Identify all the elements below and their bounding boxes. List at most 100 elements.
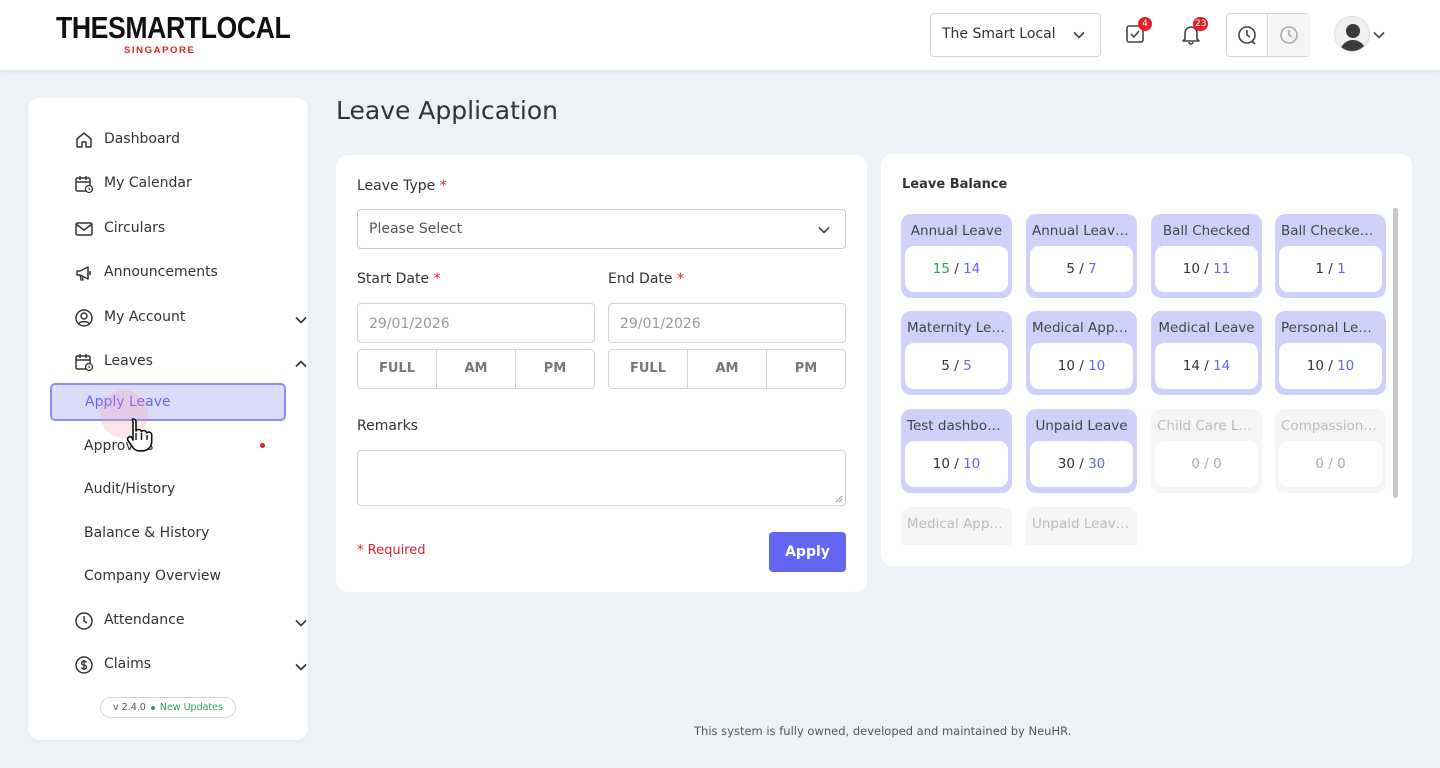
leave-tile-name: Medical Appo… xyxy=(907,516,1006,532)
leave-type-label: Leave Type * xyxy=(357,178,447,194)
leave-tile: Maternity Lea… 5 / 5 xyxy=(901,311,1012,395)
leave-tile: Annual Leave 15 / 14 xyxy=(901,214,1012,298)
chevron-down-icon xyxy=(1072,28,1086,42)
sidebar-subitem-balance-history[interactable]: Balance & History xyxy=(84,525,209,541)
start-am-button[interactable]: AM xyxy=(437,350,516,388)
leave-type-value: Please Select xyxy=(369,221,463,237)
sidebar-item-label: Leaves xyxy=(104,353,153,369)
leave-balance-grid[interactable]: Annual Leave 15 / 14 Annual Leave… 5 / 7… xyxy=(901,214,1391,545)
sidebar-item-label: Attendance xyxy=(104,612,185,628)
leave-tile: Ball Checked 10 / 11 xyxy=(1151,214,1262,298)
logo-text: THESMARTLOCAL xyxy=(56,10,291,45)
end-date-label: End Date * xyxy=(608,271,684,287)
company-select-value: The Smart Local xyxy=(942,26,1056,42)
sidebar-item-dashboard[interactable]: Dashboard xyxy=(74,128,294,152)
leave-tile-name: Medical Leave xyxy=(1158,320,1255,336)
scrollbar-thumb[interactable] xyxy=(1393,208,1398,498)
apply-button[interactable]: Apply xyxy=(769,532,846,572)
sidebar-item-my-calendar[interactable]: My Calendar xyxy=(74,172,294,196)
leave-tile-value: 1 / 1 xyxy=(1279,246,1382,292)
leave-tile-name: Test dashboa… xyxy=(907,418,1006,434)
end-date-input[interactable]: 29/01/2026 xyxy=(608,303,846,343)
status-dot xyxy=(150,705,155,710)
new-updates-link: New Updates xyxy=(159,702,223,713)
leave-tile-value: 10 / 10 xyxy=(905,441,1008,487)
balance-scrollbar[interactable] xyxy=(1393,208,1398,498)
tasks-button[interactable]: 4 xyxy=(1122,17,1152,49)
leave-tile: Medical Leave 14 / 14 xyxy=(1151,311,1262,395)
version-badge[interactable]: v 2.4.0 New Updates xyxy=(100,697,236,718)
leave-tile-name: Medical Appo… xyxy=(1032,320,1131,336)
required-note: * Required xyxy=(357,543,426,558)
leave-tile: Test dashboa… 10 / 10 xyxy=(901,409,1012,493)
end-am-button[interactable]: AM xyxy=(688,350,767,388)
clock-in-out-group xyxy=(1226,13,1310,57)
leave-tile: Personal Leave 10 / 10 xyxy=(1275,311,1386,395)
notifications-badge: 23 xyxy=(1193,17,1209,31)
sidebar-item-label: Announcements xyxy=(104,264,218,280)
remarks-textarea[interactable] xyxy=(357,450,846,506)
avatar[interactable] xyxy=(1334,16,1370,52)
start-date-input[interactable]: 29/01/2026 xyxy=(357,303,595,343)
end-full-button[interactable]: FULL xyxy=(609,350,688,388)
start-date-value: 29/01/2026 xyxy=(369,316,450,332)
leave-form-card: Leave Type * Please Select Start Date * … xyxy=(336,155,867,592)
leave-tile-name: Maternity Lea… xyxy=(907,320,1006,336)
leave-tile-disabled: Medical Appo… xyxy=(901,507,1012,545)
sidebar: Dashboard My Calendar Circulars Announce… xyxy=(28,98,308,740)
sidebar-item-label: Circulars xyxy=(104,220,166,236)
leave-tile-value: 30 / 30 xyxy=(1030,441,1133,487)
start-full-button[interactable]: FULL xyxy=(358,350,437,388)
leave-tile-value: 5 / 7 xyxy=(1030,246,1133,292)
leave-tile-name: Child Care Le… xyxy=(1157,418,1256,434)
sidebar-item-circulars[interactable]: Circulars xyxy=(74,217,294,241)
notifications-button[interactable]: 23 xyxy=(1178,17,1209,49)
sidebar-item-leaves[interactable]: Leaves xyxy=(74,350,307,374)
company-select[interactable]: The Smart Local xyxy=(930,13,1101,57)
leave-tile: Ball Checked … 1 / 1 xyxy=(1275,214,1386,298)
sidebar-subitem-audit-history[interactable]: Audit/History xyxy=(84,481,175,497)
sidebar-item-label: Claims xyxy=(104,656,152,672)
clock-in-button[interactable] xyxy=(1227,14,1268,56)
sidebar-subitem-apply-leave[interactable]: Apply Leave xyxy=(50,383,286,421)
remarks-label: Remarks xyxy=(357,418,419,434)
footer-text: This system is fully owned, developed an… xyxy=(694,724,1072,738)
leave-type-select[interactable]: Please Select xyxy=(357,209,846,249)
leave-tile-name: Ball Checked xyxy=(1162,223,1251,239)
leave-tile-value: 14 / 14 xyxy=(1155,343,1258,389)
sidebar-item-attendance[interactable]: Attendance xyxy=(74,609,307,633)
leave-balance-card: Leave Balance Annual Leave 15 / 14 Annua… xyxy=(881,154,1412,566)
sidebar-item-claims[interactable]: Claims xyxy=(74,653,307,677)
leave-tile-name: Annual Leave xyxy=(910,223,1003,239)
leave-tile-value: 10 / 11 xyxy=(1155,246,1258,292)
leave-tile-name: Compassiona… xyxy=(1281,418,1380,434)
leave-tile-value: 15 / 14 xyxy=(905,246,1008,292)
leave-tile-name: Annual Leave… xyxy=(1032,223,1131,239)
leave-balance-title: Leave Balance xyxy=(902,177,1008,192)
sidebar-item-announcements[interactable]: Announcements xyxy=(74,261,294,285)
leave-tile: Annual Leave… 5 / 7 xyxy=(1026,214,1137,298)
chevron-down-icon xyxy=(817,223,831,237)
clock-out-button[interactable] xyxy=(1269,14,1310,56)
leave-tile-name: Unpaid Leave xyxy=(1035,418,1128,434)
sidebar-item-my-account[interactable]: My Account xyxy=(74,306,307,330)
leave-tile: Unpaid Leave 30 / 30 xyxy=(1026,409,1137,493)
sidebar-item-label: Dashboard xyxy=(104,131,180,147)
page-title: Leave Application xyxy=(336,96,558,125)
sidebar-item-label: My Account xyxy=(104,309,186,325)
leave-tile-value: 10 / 10 xyxy=(1030,343,1133,389)
start-session-toggle: FULL AM PM xyxy=(357,349,595,389)
tasks-badge: 4 xyxy=(1138,17,1152,31)
leave-tile-value: 0 / 0 xyxy=(1155,441,1258,487)
sidebar-item-label: My Calendar xyxy=(104,175,192,191)
leave-tile-value: 10 / 10 xyxy=(1279,343,1382,389)
start-pm-button[interactable]: PM xyxy=(516,350,594,388)
resize-handle-icon[interactable] xyxy=(835,495,843,503)
chevron-down-icon[interactable] xyxy=(1372,28,1386,42)
leave-tile: Medical Appo… 10 / 10 xyxy=(1026,311,1137,395)
leave-tile-disabled: Compassiona… 0 / 0 xyxy=(1275,409,1386,493)
end-pm-button[interactable]: PM xyxy=(767,350,845,388)
notification-dot xyxy=(260,443,265,448)
sidebar-subitem-company-overview[interactable]: Company Overview xyxy=(84,568,221,584)
company-logo[interactable]: THESMARTLOCAL SINGAPORE xyxy=(56,10,291,58)
